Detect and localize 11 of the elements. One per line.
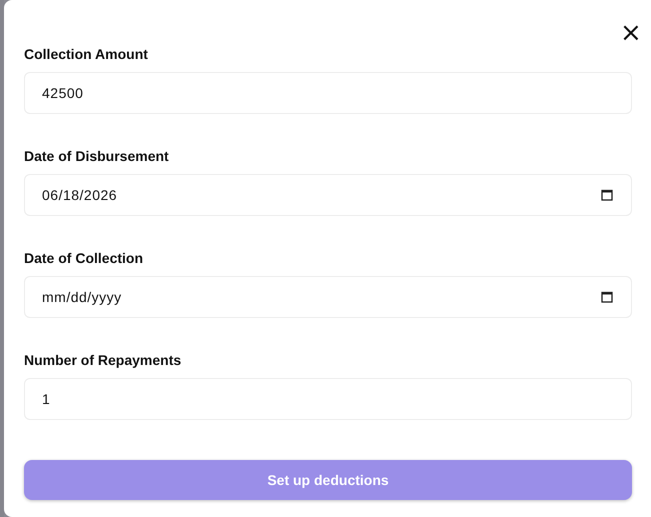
input-field[interactable]: 1	[24, 378, 632, 420]
field-label: Date of Collection	[24, 250, 144, 268]
calendar-icon[interactable]	[601, 189, 613, 201]
field-label: Date of Disbursement	[24, 148, 169, 166]
calendar-icon[interactable]	[601, 291, 613, 303]
date-field[interactable]: mm/dd/yyyy	[24, 276, 632, 318]
field-label: Number of Repayments	[24, 352, 182, 370]
input-field[interactable]: 42500	[24, 72, 632, 114]
date-field[interactable]: 06/18/2026	[24, 174, 632, 216]
close-button[interactable]: ×	[620, 22, 640, 44]
field-label: Collection Amount	[24, 46, 148, 64]
